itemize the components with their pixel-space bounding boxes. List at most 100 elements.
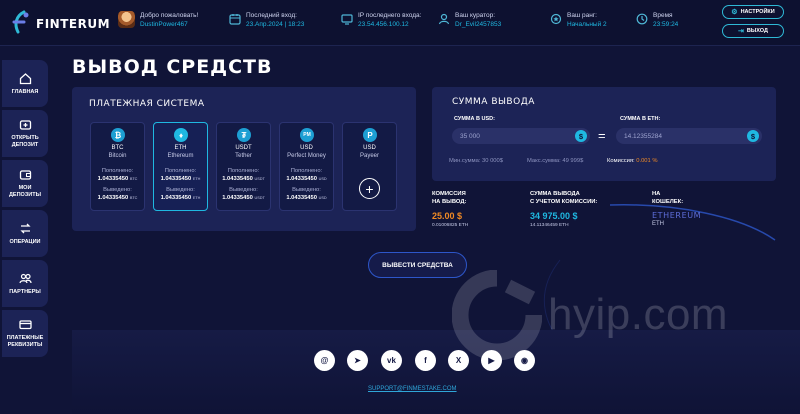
payment-card-code: BTC [111,145,124,151]
withdrawn-label: Выведено: [166,187,195,193]
add-payment-button[interactable]: + [359,178,380,199]
payment-card-code: USD [363,145,376,151]
avatar[interactable] [118,11,135,28]
vk-icon[interactable]: vk [381,350,402,371]
last-login-value: 23.Апр.2024 | 18:23 [246,21,305,28]
withdrawn-value: 1.04335450 USDT [217,195,270,202]
sidebar-item-operations[interactable]: ОПЕРАЦИИ [2,210,48,257]
last-login-label: Последний вход: [246,12,297,19]
withdrawn-amount: 1.04335450 [222,195,253,201]
commission-label-1: КОМИССИЯ [432,191,466,197]
currency-code: USD [318,196,327,200]
withdraw-sum-title: СУММА ВЫВОДА [452,97,535,107]
payeer-icon: P [363,128,377,142]
logout-button[interactable]: ⇥ ВЫХОД [722,24,784,38]
rank-label: Ваш ранг: [567,12,597,19]
brand-name: FINTERUM [36,17,111,31]
withdraw-sum-panel: СУММА ВЫВОДА СУММА В USD: 35 000 $ = СУМ… [432,87,776,181]
time-value: 23:59:24 [653,21,679,28]
ip-value: 23.54.456.100.12 [358,21,409,28]
curator-value[interactable]: Dr_Evil2457853 [455,20,501,30]
deposited-label: Пополнено: [101,168,134,174]
withdrawn-amount: 1.04335450 [286,195,317,201]
currency-code: USDT [254,196,265,200]
eth-amount-label: СУММА В ETH: [620,116,661,122]
usd-amount-field[interactable]: 35 000 [452,128,590,144]
bitcoin-icon: ₿ [111,128,125,142]
hyip-watermark-icon [452,270,542,360]
welcome-label: Добро пожаловать! [140,12,199,19]
withdrawn-label: Выведено: [103,187,132,193]
payment-card-btc[interactable]: ₿ BTC Bitcoin Пополнено: 1.04335450 BTC … [90,122,145,211]
logout-icon: ⇥ [738,28,744,35]
x-icon[interactable]: X [448,350,469,371]
deposit-icon [19,120,31,130]
payment-card-name: Bitcoin [108,153,127,159]
payment-card-code: ETH [174,145,187,151]
settings-button[interactable]: ⚙ НАСТРОЙКИ [722,5,784,19]
username[interactable]: DustinPower467 [140,20,198,30]
withdrawn-value: 1.04335450 USD [280,195,333,202]
payment-card-perfect-money[interactable]: PM USD Perfect Money Пополнено: 1.043354… [279,122,334,211]
user-icon [438,13,450,25]
deposited-value: 1.04335450 BTC [91,176,144,183]
telegram-icon[interactable]: ➤ [347,350,368,371]
dollar-icon: $ [575,130,587,142]
facebook-icon[interactable]: f [415,350,436,371]
wallet-label-1: НА [652,191,661,197]
total-label-1: СУММА ВЫВОДА [530,191,580,197]
eth-amount-field[interactable]: 14.12355284 [616,128,762,144]
calendar-icon [229,14,241,25]
youtube-icon[interactable]: ▶ [481,350,502,371]
commission-usd: 25.00 $ [432,211,463,221]
usd-amount-label: СУММА В USD: [454,116,495,122]
settings-button-label: НАСТРОЙКИ [740,9,775,15]
min-sum-hint: Мин.сумма: 30 000$ [449,158,503,164]
partners-icon [18,273,32,283]
home-icon [19,72,31,84]
sidebar-item-my-deposits[interactable]: МОИ ДЕПОЗИТЫ [2,160,48,207]
time-block: Время 23:59:24 [636,11,678,30]
finterum-logo-icon [12,10,29,34]
withdrawn-label: Выведено: [229,187,258,193]
deposited-label: Пополнено: [227,168,260,174]
commission-hint-value: 0.001 % [636,158,658,164]
commission-hint: Комиссия: 0.001 % [607,158,658,164]
currency-code: ETH [192,196,201,200]
ip-label: IP последнего входа: [358,12,422,19]
currency-code: USD [318,177,327,181]
email-icon[interactable]: @ [314,350,335,371]
sidebar-item-open-deposit[interactable]: ОТКРЫТЬ ДЕПОЗИТ [2,110,48,157]
sidebar-item-partners[interactable]: ПАРТНЕРЫ [2,260,48,307]
payment-card-payeer[interactable]: P USD Payeer + [342,122,397,211]
withdrawn-value: 1.04335450 BTC [91,195,144,202]
sidebar-item-home[interactable]: ГЛАВНАЯ [2,60,48,107]
last-login-block: Последний вход: 23.Апр.2024 | 18:23 [229,11,304,30]
payment-card-name: Payeer [359,153,379,159]
withdrawn-value: 1.04335450 ETH [154,195,207,202]
wallet-label-2: КОШЕЛЕК: [652,199,684,205]
perfect-money-icon: PM [300,128,314,142]
ethereum-wordmark: ETHEREUM [652,211,702,220]
deposited-amount: 1.04335450 [97,176,129,182]
support-email-link[interactable]: SUPPORT@FINMESTAKE.COM [368,386,457,392]
max-sum-hint: Макс.сумма: 49 999$ [527,158,584,164]
currency-code: USDT [254,177,265,181]
deposited-value: 1.04335450 USDT [217,176,270,183]
payment-card-code: USD [300,145,313,151]
curator-label: Ваш куратор: [455,12,496,19]
withdrawn-amount: 1.04335450 [97,195,129,201]
wallet-icon [19,170,31,180]
rank-block: Ваш ранг: Начальный 2 [550,11,607,30]
discord-icon[interactable]: ◉ [514,350,535,371]
sidebar-item-payment-details[interactable]: ПЛАТЕЖНЫЕ РЕКВИЗИТЫ [2,310,48,357]
payment-card-eth[interactable]: ♦ ETH Ethereum Пополнено: 1.04335450 ETH… [153,122,208,211]
brand-logo[interactable]: FINTERUM [10,8,120,40]
sidebar-item-label: ОТКРЫТЬ ДЕПОЗИТ [11,135,39,148]
payment-card-code: USDT [235,145,252,151]
withdrawn-label: Выведено: [292,187,321,193]
ip-block: IP последнего входа: 23.54.456.100.12 [341,11,421,30]
deposited-amount: 1.04335450 [286,176,317,182]
wallet-code: ETH [652,221,664,227]
payment-card-usdt[interactable]: ₮ USDT Tether Пополнено: 1.04335450 USDT… [216,122,271,211]
